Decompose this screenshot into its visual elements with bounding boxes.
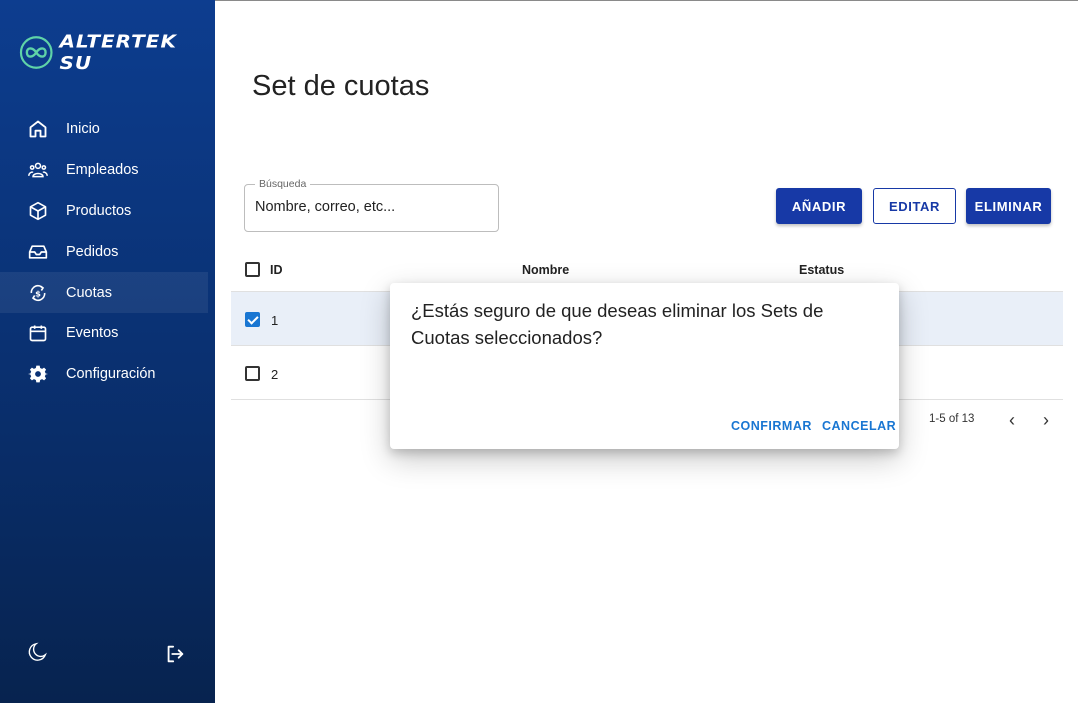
row-checkbox[interactable] (245, 366, 260, 381)
infinity-logo-icon (19, 35, 53, 69)
search-field[interactable]: Búsqueda (244, 178, 499, 232)
inbox-icon (27, 241, 49, 263)
edit-button[interactable]: EDITAR (873, 188, 956, 224)
logo[interactable]: ALTERTEK SU (19, 28, 215, 76)
sidebar-item-eventos[interactable]: Eventos (0, 313, 215, 354)
sidebar-item-label: Pedidos (66, 243, 119, 260)
confirm-button[interactable]: CONFIRMAR (731, 419, 812, 433)
gear-icon (27, 363, 49, 385)
dollar-refresh-icon: $ (27, 282, 49, 304)
sidebar-item-pedidos[interactable]: Pedidos (0, 231, 215, 272)
svg-text:$: $ (35, 288, 41, 298)
cell-id: 1 (271, 313, 279, 328)
box-icon (27, 200, 49, 222)
add-button[interactable]: AÑADIR (776, 188, 862, 224)
sidebar-item-configuracion[interactable]: Configuración (0, 354, 215, 395)
chevron-right-icon[interactable]: › (1036, 410, 1056, 430)
sidebar-item-label: Configuración (66, 366, 156, 383)
users-icon (27, 159, 49, 181)
chevron-left-icon[interactable]: ‹ (1002, 410, 1022, 430)
logout-icon[interactable] (164, 643, 186, 665)
sidebar-item-cuotas[interactable]: $ Cuotas (0, 272, 208, 313)
sidebar-item-productos[interactable]: Productos (0, 191, 215, 232)
column-header-nombre[interactable]: Nombre (522, 263, 569, 277)
select-all-checkbox[interactable] (245, 262, 260, 277)
dialog-message: ¿Estás seguro de que deseas eliminar los… (411, 300, 824, 348)
delete-confirm-dialog: ¿Estás seguro de que deseas eliminar los… (390, 283, 899, 449)
cell-id: 2 (271, 367, 279, 382)
column-header-id[interactable]: ID (270, 263, 283, 277)
calendar-icon (27, 322, 49, 344)
delete-button[interactable]: ELIMINAR (966, 188, 1051, 224)
sidebar-item-inicio[interactable]: Inicio (0, 109, 215, 150)
sidebar-item-label: Eventos (66, 325, 119, 342)
moon-icon[interactable] (27, 641, 49, 663)
sidebar-footer (0, 641, 215, 667)
search-legend: Búsqueda (255, 178, 311, 190)
sidebar-item-label: Cuotas (66, 284, 112, 301)
row-checkbox[interactable] (245, 312, 260, 327)
pagination-range: 1-5 of 13 (929, 413, 975, 425)
sidebar-item-label: Productos (66, 202, 132, 219)
search-input[interactable] (255, 199, 485, 215)
sidebar-item-label: Inicio (66, 121, 100, 138)
sidebar-nav: Inicio Empleados Productos Pedidos $ Cuo… (0, 109, 215, 395)
home-icon (27, 118, 49, 140)
page-title: Set de cuotas (252, 70, 430, 102)
column-header-estatus[interactable]: Estatus (799, 263, 844, 277)
sidebar: ALTERTEK SU Inicio Empleados Productos P… (0, 0, 215, 703)
logo-text: ALTERTEK SU (59, 30, 177, 74)
sidebar-item-empleados[interactable]: Empleados (0, 150, 215, 191)
cancel-button[interactable]: CANCELAR (822, 419, 896, 433)
sidebar-item-label: Empleados (66, 162, 139, 179)
